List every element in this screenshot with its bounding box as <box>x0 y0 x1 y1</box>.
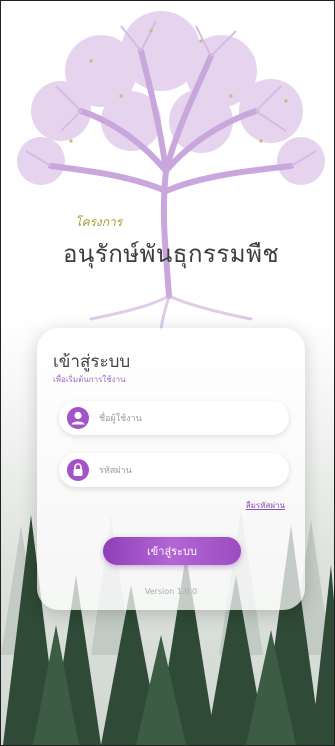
tree-illustration <box>17 11 325 331</box>
login-title: เข้าสู่ระบบ <box>53 352 131 372</box>
title-block: โครงการ อนุรักษ์พันธุกรรมพืช <box>63 213 303 273</box>
username-input[interactable] <box>97 401 281 437</box>
app-title: อนุรักษ์พันธุกรรมพืช <box>63 240 280 268</box>
login-card: เข้าสู่ระบบ เพื่อเริ่มต้นการใช้งาน ลืมรห… <box>37 328 305 610</box>
password-input[interactable] <box>97 453 281 489</box>
login-screen: โครงการ อนุรักษ์พันธุกรรมพืช เข้าสู่ระบบ… <box>0 0 335 746</box>
user-icon <box>67 407 89 429</box>
version-text: Version 1.0.0 <box>144 587 198 596</box>
login-button[interactable]: เข้าสู่ระบบ <box>103 537 241 565</box>
forgot-password-link[interactable]: ลืมรหัสผ่าน <box>246 499 285 512</box>
project-label: โครงการ <box>75 215 123 229</box>
login-subtitle: เพื่อเริ่มต้นการใช้งาน <box>53 375 126 384</box>
username-field[interactable] <box>59 401 289 437</box>
password-field[interactable] <box>59 453 289 489</box>
lock-icon <box>67 459 89 481</box>
